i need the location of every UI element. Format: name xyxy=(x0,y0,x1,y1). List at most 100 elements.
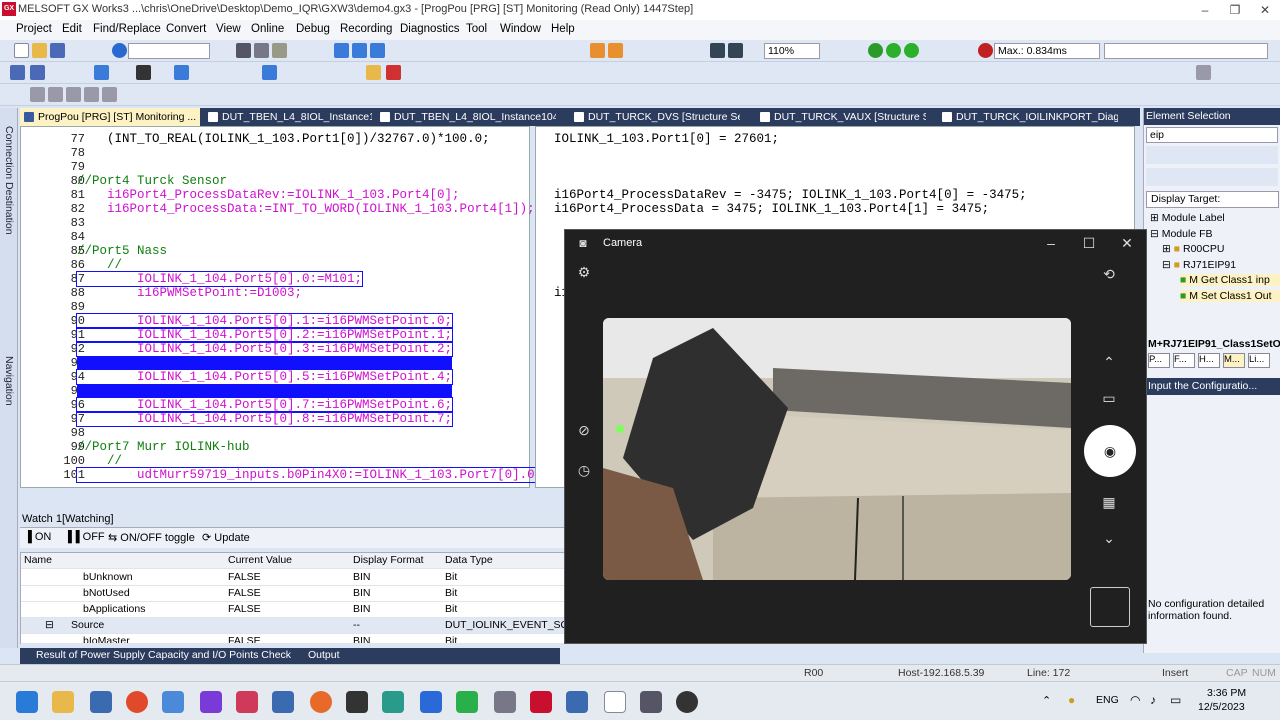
tab-output[interactable]: Output xyxy=(308,649,340,661)
navigation-tab[interactable]: Navigation xyxy=(3,356,15,406)
language-indicator[interactable]: ENG xyxy=(1096,694,1119,706)
col-display-format[interactable]: Display Format xyxy=(353,554,424,566)
tab-turck-vaux[interactable]: DUT_TURCK_VAUX [Structure Se... xyxy=(756,108,926,126)
chevron-up-icon[interactable]: ⌃ xyxy=(1099,352,1119,372)
zoom-select[interactable]: 110% xyxy=(764,43,820,59)
package-icon[interactable] xyxy=(162,691,184,713)
chevron-down-icon[interactable]: ⌄ xyxy=(1099,528,1119,548)
close-button[interactable]: ✕ xyxy=(1250,2,1280,18)
tab-tben-103[interactable]: DUT_TBEN_L4_8IOL_Instance103... xyxy=(204,108,372,126)
run-icon[interactable] xyxy=(868,43,883,58)
mini-tab[interactable]: Li... xyxy=(1248,353,1270,368)
table-row[interactable]: bUnknown FALSE BIN Bit xyxy=(21,570,566,586)
watch-off-button[interactable]: ▐▐ OFF xyxy=(64,531,105,543)
tree-set-class1[interactable]: ■ M Set Class1 Out xyxy=(1180,290,1280,302)
write-icon[interactable] xyxy=(608,43,623,58)
comment-off-icon[interactable] xyxy=(48,87,63,102)
check-all-icon[interactable] xyxy=(904,43,919,58)
menu-find-replace[interactable]: Find/Replace xyxy=(93,23,161,35)
start-icon[interactable] xyxy=(16,691,38,713)
table-row[interactable]: bNotUsed FALSE BIN Bit xyxy=(21,586,566,602)
wifi-icon[interactable]: ◠ xyxy=(1130,693,1140,707)
gmail-icon[interactable] xyxy=(236,691,258,713)
remote-icon[interactable] xyxy=(272,691,294,713)
tree-get-class1[interactable]: ■ M Get Class1 inp xyxy=(1180,274,1280,286)
table-row[interactable]: bApplications FALSE BIN Bit xyxy=(21,602,566,618)
help-icon[interactable] xyxy=(112,43,127,58)
file-explorer-icon[interactable] xyxy=(52,691,74,713)
monitor-stop-icon[interactable] xyxy=(370,43,385,58)
menu-convert[interactable]: Convert xyxy=(166,23,206,35)
maximize-button[interactable]: ❐ xyxy=(1220,2,1250,18)
element-search-input[interactable]: eip xyxy=(1146,127,1278,143)
label-icon[interactable] xyxy=(366,65,381,80)
shutter-button[interactable]: ◉ xyxy=(1084,425,1136,477)
switch-camera-icon[interactable]: ⟲ xyxy=(1099,264,1119,284)
camera-minimize-button[interactable]: – xyxy=(1041,233,1061,253)
firefox-icon[interactable] xyxy=(310,691,332,713)
last-photo-thumbnail[interactable] xyxy=(1090,587,1130,627)
check-icon[interactable] xyxy=(886,43,901,58)
video-mode-icon[interactable]: ▭ xyxy=(1099,388,1119,408)
menu-project[interactable]: Project xyxy=(16,23,52,35)
table-row[interactable]: ⊟ Source -- DUT_IOLINK_EVENT_SQ xyxy=(21,618,569,634)
app-icon-purple[interactable] xyxy=(200,691,222,713)
camera-close-button[interactable]: ✕ xyxy=(1117,233,1137,253)
qr-scan-icon[interactable]: ▦ xyxy=(1099,492,1119,512)
window-icon[interactable] xyxy=(94,65,109,80)
search-combo[interactable] xyxy=(1104,43,1268,59)
network-icon[interactable] xyxy=(90,691,112,713)
mini-tab[interactable]: H... xyxy=(1198,353,1220,368)
st-editor[interactable]: 77 (INT_TO_REAL(IOLINK_1_103.Port1[0])/3… xyxy=(20,126,544,488)
menu-help[interactable]: Help xyxy=(551,23,575,35)
device-select[interactable] xyxy=(128,43,210,59)
menu-recording[interactable]: Recording xyxy=(340,23,392,35)
tab-turck-iolink-diag[interactable]: DUT_TURCK_IOILINKPORT_Diag... xyxy=(938,108,1118,126)
microphone-icon[interactable]: ● xyxy=(1068,693,1075,707)
battery-icon[interactable]: ▭ xyxy=(1170,693,1181,707)
menu-view[interactable]: View xyxy=(216,23,241,35)
layout-icon[interactable] xyxy=(1196,65,1211,80)
hdr-off-icon[interactable]: ⊘ xyxy=(574,420,594,440)
app-icon-box[interactable] xyxy=(566,691,588,713)
watch-update-button[interactable]: ⟳ Update xyxy=(202,531,250,544)
stop-icon[interactable] xyxy=(978,43,993,58)
comment-icon[interactable] xyxy=(30,87,45,102)
new-icon[interactable] xyxy=(14,43,29,58)
display-target-select[interactable]: Display Target: xyxy=(1146,191,1279,208)
tree-module-fb[interactable]: ⊟ Module FB xyxy=(1150,228,1213,240)
recorder-icon[interactable] xyxy=(676,691,698,713)
chrome-icon[interactable] xyxy=(126,691,148,713)
camera-maximize-button[interactable]: ☐ xyxy=(1079,233,1099,253)
indent-icon[interactable] xyxy=(66,87,81,102)
watch-toggle-button[interactable]: ⇆ ON/OFF toggle xyxy=(108,531,195,544)
camera-app-taskbar-icon[interactable] xyxy=(640,691,662,713)
works-icon[interactable] xyxy=(346,691,368,713)
connection-destination-tab[interactable]: Connection Destination xyxy=(3,126,15,235)
col-current-value[interactable]: Current Value xyxy=(228,554,292,566)
tray-chevron-icon[interactable]: ⌃ xyxy=(1042,694,1051,707)
tab-tben-104[interactable]: DUT_TBEN_L4_8IOL_Instance104... xyxy=(376,108,556,126)
open-icon[interactable] xyxy=(32,43,47,58)
tab-progpou[interactable]: ProgPou [PRG] [ST] Monitoring ... xyxy=(20,108,200,126)
debug-icon[interactable] xyxy=(386,65,401,80)
paste-icon[interactable] xyxy=(272,43,287,58)
menu-tool[interactable]: Tool xyxy=(466,23,487,35)
read-icon[interactable] xyxy=(590,43,605,58)
minimize-button[interactable]: – xyxy=(1190,2,1220,18)
document-icon[interactable] xyxy=(604,691,626,713)
tab-turck-dvs[interactable]: DUT_TURCK_DVS [Structure Sett... xyxy=(570,108,740,126)
menu-online[interactable]: Online xyxy=(251,23,284,35)
menu-edit[interactable]: Edit xyxy=(62,23,82,35)
outdent-icon[interactable] xyxy=(84,87,99,102)
watch-on-button[interactable]: ▐ ON xyxy=(24,531,51,543)
zoom-in-icon[interactable] xyxy=(710,43,725,58)
monitor-icon[interactable] xyxy=(334,43,349,58)
mini-tab[interactable]: P... xyxy=(1148,353,1170,368)
col-name[interactable]: Name xyxy=(24,554,52,566)
clock-time[interactable]: 3:36 PM xyxy=(1207,687,1246,699)
bookmark-icon[interactable] xyxy=(102,87,117,102)
clock-date[interactable]: 12/5/2023 xyxy=(1198,701,1245,713)
scan-time-select[interactable]: Max.: 0.834ms xyxy=(994,43,1100,59)
gxworks-icon[interactable] xyxy=(530,691,552,713)
